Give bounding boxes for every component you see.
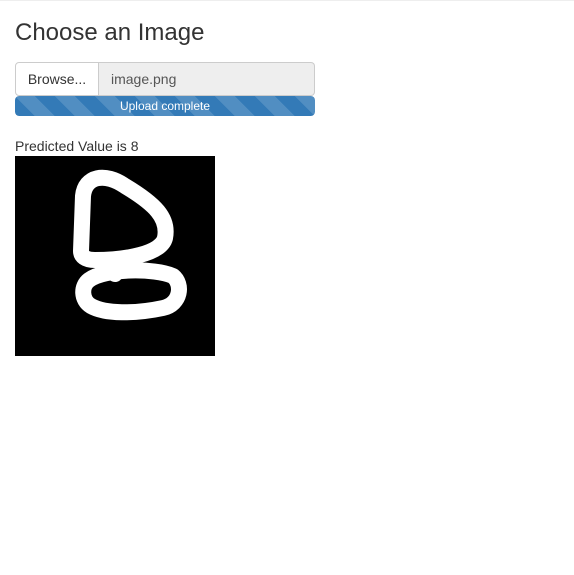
- page-title: Choose an Image: [15, 19, 205, 46]
- file-input-group[interactable]: Browse... image.png: [15, 62, 315, 96]
- browse-button[interactable]: Browse...: [15, 62, 99, 96]
- file-name-field: image.png: [99, 62, 315, 96]
- digit-connector: [103, 252, 123, 282]
- upload-progress: Upload complete: [15, 96, 315, 116]
- prediction-text: Predicted Value is 8: [15, 138, 139, 154]
- upload-progress-bar: Upload complete: [15, 96, 315, 116]
- top-border: [0, 0, 574, 1]
- uploaded-digit-image: [15, 156, 215, 356]
- digit-eight-drawing: [15, 156, 215, 356]
